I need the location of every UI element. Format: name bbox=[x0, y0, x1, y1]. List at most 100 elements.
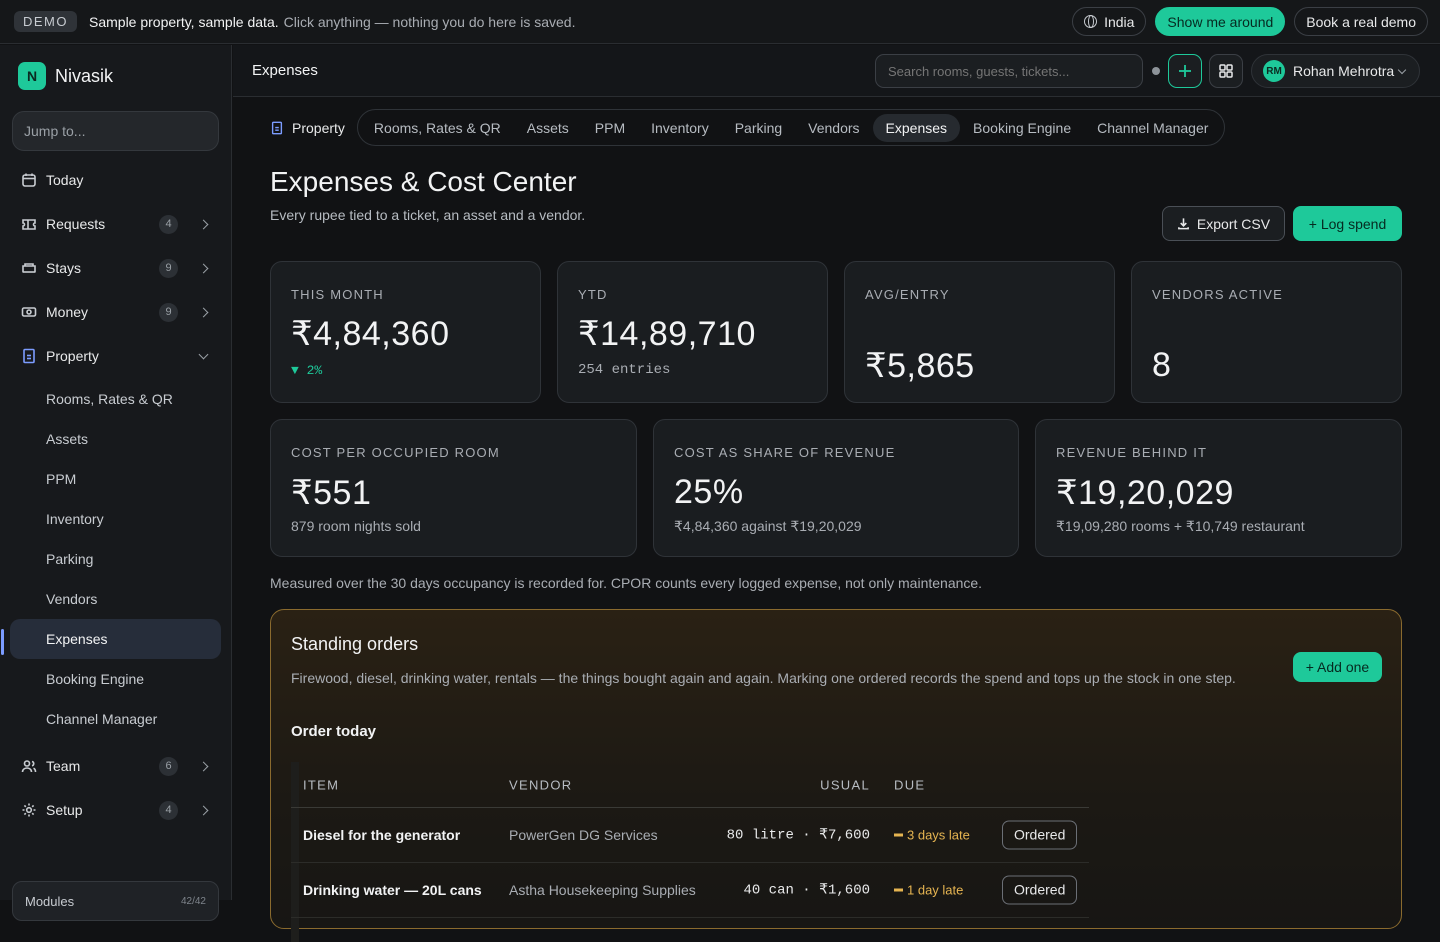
kpi-label: COST PER OCCUPIED ROOM bbox=[291, 445, 500, 460]
row-usual: 40 can · ₹1,600 bbox=[743, 882, 870, 899]
chevron-down-icon bbox=[1397, 65, 1407, 75]
page-subtitle: Every rupee tied to a ticket, an asset a… bbox=[270, 207, 586, 223]
tour-button[interactable]: Show me around bbox=[1155, 7, 1286, 36]
header-due: DUE bbox=[894, 777, 926, 792]
standing-orders-table: ITEM VENDOR USUAL DUE Diesel for the gen… bbox=[291, 762, 1089, 942]
tab-expenses[interactable]: Expenses bbox=[872, 113, 961, 142]
sidebar-item-setup[interactable]: Setup 4 bbox=[10, 790, 221, 830]
tab-rooms[interactable]: Rooms, Rates & QR bbox=[361, 114, 514, 142]
kpi-label: VENDORS ACTIVE bbox=[1152, 287, 1283, 302]
sidebar-subitem-booking-engine[interactable]: Booking Engine bbox=[10, 659, 221, 699]
cash-icon bbox=[20, 304, 37, 321]
export-label: Export CSV bbox=[1196, 215, 1271, 232]
sidebar-item-label: Today bbox=[46, 172, 84, 188]
ordered-button[interactable]: Ordered bbox=[1002, 820, 1078, 850]
tab-assets[interactable]: Assets bbox=[514, 114, 582, 142]
sidebar-subitem-rooms[interactable]: Rooms, Rates & QR bbox=[10, 379, 221, 419]
globe-icon bbox=[1084, 15, 1098, 28]
add-standing-order-button[interactable]: + Add one bbox=[1293, 652, 1382, 682]
export-csv-button[interactable]: Export CSV bbox=[1162, 206, 1285, 241]
tab-inventory[interactable]: Inventory bbox=[638, 114, 722, 142]
kpi-sub: ₹19,09,280 rooms + ₹10,749 restaurant bbox=[1056, 518, 1305, 534]
tab-channel-manager[interactable]: Channel Manager bbox=[1084, 114, 1221, 142]
tab-ppm[interactable]: PPM bbox=[582, 114, 638, 142]
sidebar-subitem-expenses[interactable]: Expenses bbox=[10, 619, 221, 659]
page-breadcrumb: Expenses bbox=[252, 62, 318, 79]
kpi-card-avg-entry: AVG/ENTRY ₹5,865 bbox=[844, 261, 1115, 403]
status-dot bbox=[1152, 67, 1160, 75]
sidebar-item-money[interactable]: Money 9 bbox=[10, 292, 221, 332]
sidebar-item-requests[interactable]: Requests 4 bbox=[10, 204, 221, 244]
bed-icon bbox=[20, 260, 37, 277]
tab-vendors[interactable]: Vendors bbox=[795, 114, 872, 142]
users-icon bbox=[20, 758, 37, 775]
sidebar-item-stays[interactable]: Stays 9 bbox=[10, 248, 221, 288]
search-input[interactable] bbox=[875, 54, 1143, 88]
kpi-value: ₹5,865 bbox=[865, 347, 975, 385]
sidebar-subitem-vendors[interactable]: Vendors bbox=[10, 579, 221, 619]
kpi-card-this-month: THIS MONTH ₹4,84,360 ▼ 2% bbox=[270, 261, 541, 403]
modules-label: Modules bbox=[25, 893, 75, 909]
sidebar-item-label: Requests bbox=[46, 216, 106, 232]
sidebar-subitem-assets[interactable]: Assets bbox=[10, 419, 221, 459]
brand-name: Nivasik bbox=[55, 65, 114, 86]
chevron-down-icon bbox=[198, 349, 209, 360]
kpi-value: ₹4,84,360 bbox=[291, 315, 450, 353]
count-badge: 9 bbox=[159, 258, 178, 278]
chevron-right-icon bbox=[198, 805, 209, 815]
table-header: ITEM VENDOR USUAL DUE bbox=[291, 762, 1089, 808]
table-row: Drinking water — 20L cans Astha Housekee… bbox=[291, 863, 1089, 918]
log-spend-button[interactable]: + Log spend bbox=[1293, 206, 1402, 241]
tab-booking-engine[interactable]: Booking Engine bbox=[960, 114, 1084, 142]
region-button[interactable]: India bbox=[1072, 7, 1147, 36]
jump-to-input[interactable]: Jump to... bbox=[12, 111, 219, 151]
demo-banner: DEMO Sample property, sample data. Click… bbox=[0, 0, 1440, 44]
ordered-button[interactable]: Ordered bbox=[1002, 875, 1078, 905]
region-label: India bbox=[1104, 13, 1135, 30]
kpi-trend: ▼ 2% bbox=[291, 363, 323, 378]
chevron-right-icon bbox=[198, 219, 209, 229]
modules-count: 42/42 bbox=[180, 895, 206, 907]
kpi-card-revenue: REVENUE BEHIND IT ₹19,20,029 ₹19,09,280 … bbox=[1035, 419, 1402, 557]
header-usual: USUAL bbox=[820, 777, 870, 792]
sidebar-item-team[interactable]: Team 6 bbox=[10, 746, 221, 786]
user-menu[interactable]: RM Rohan Mehrotra bbox=[1251, 54, 1420, 88]
user-name: Rohan Mehrotra bbox=[1293, 63, 1395, 79]
sidebar-item-label: Money bbox=[46, 304, 89, 320]
quick-add-button[interactable] bbox=[1168, 54, 1202, 88]
row-usual: 80 litre · ₹7,600 bbox=[726, 827, 870, 844]
kpi-sub: ₹4,84,360 against ₹19,20,029 bbox=[674, 518, 862, 534]
book-demo-button[interactable]: Book a real demo bbox=[1294, 7, 1428, 36]
apps-grid-button[interactable] bbox=[1209, 54, 1243, 88]
page-title: Expenses & Cost Center bbox=[270, 166, 577, 197]
modules-button[interactable]: Modules 42/42 bbox=[12, 881, 219, 921]
sidebar-subitem-channel-manager[interactable]: Channel Manager bbox=[10, 699, 221, 739]
active-indicator bbox=[1, 629, 4, 655]
sidebar-item-property[interactable]: Property bbox=[10, 336, 221, 376]
banner-headline: Sample property, sample data. bbox=[89, 13, 279, 30]
standing-orders-description: Firewood, diesel, drinking water, rental… bbox=[291, 670, 1236, 686]
tab-parking[interactable]: Parking bbox=[722, 114, 795, 142]
sidebar-subitem-ppm[interactable]: PPM bbox=[10, 459, 221, 499]
chevron-right-icon bbox=[198, 761, 209, 771]
order-today-heading: Order today bbox=[291, 723, 377, 740]
kpi-card-cost-share: COST AS SHARE OF REVENUE 25% ₹4,84,360 a… bbox=[653, 419, 1019, 557]
kpi-value: ₹551 bbox=[291, 474, 372, 512]
count-badge: 6 bbox=[159, 756, 178, 776]
sidebar-item-label: Team bbox=[46, 758, 81, 774]
row-due: 3 days late bbox=[894, 828, 970, 843]
grid-icon bbox=[1219, 64, 1233, 78]
building-icon bbox=[20, 348, 37, 365]
avatar: RM bbox=[1263, 60, 1285, 82]
kpi-label: COST AS SHARE OF REVENUE bbox=[674, 445, 896, 460]
building-icon bbox=[271, 121, 283, 134]
tab-lead[interactable]: Property bbox=[270, 120, 345, 136]
sidebar-subitem-inventory[interactable]: Inventory bbox=[10, 499, 221, 539]
brand-logo: N bbox=[18, 62, 46, 90]
count-badge: 4 bbox=[159, 214, 178, 234]
sidebar-item-today[interactable]: Today bbox=[10, 160, 221, 200]
sidebar-subitem-parking[interactable]: Parking bbox=[10, 539, 221, 579]
sidebar-item-label: Stays bbox=[46, 260, 82, 276]
brand[interactable]: N Nivasik bbox=[18, 62, 113, 90]
count-badge: 9 bbox=[159, 302, 178, 322]
